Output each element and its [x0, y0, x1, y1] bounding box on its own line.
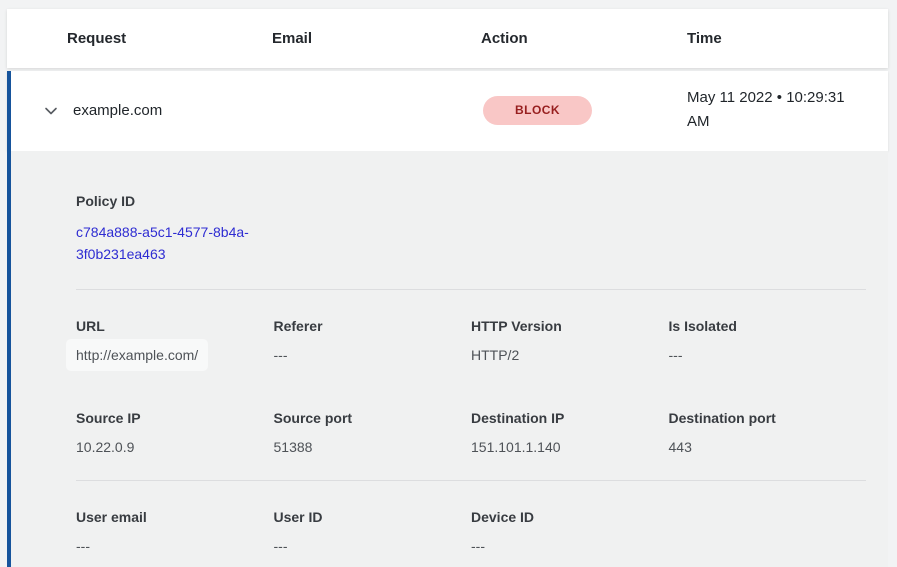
field-destination-port: Destination port 443	[669, 410, 867, 456]
field-device-id: Device ID ---	[471, 509, 669, 555]
field-label: Source IP	[76, 410, 274, 427]
field-value: ---	[76, 537, 274, 555]
field-value: ---	[471, 537, 669, 555]
field-label: URL	[76, 318, 274, 335]
chevron-down-icon[interactable]	[43, 103, 59, 119]
table-header: Request Email Action Time	[7, 9, 888, 68]
request-value: example.com	[73, 71, 162, 151]
action-badge: BLOCK	[483, 96, 592, 125]
detail-row: User email --- User ID --- Device ID ---	[76, 509, 866, 555]
selected-row-accent	[7, 71, 11, 567]
section-divider	[76, 289, 866, 290]
field-user-email: User email ---	[76, 509, 274, 555]
field-policy-id: Policy ID c784a888-a5c1-4577-8b4a-3f0b23…	[76, 193, 866, 265]
column-header-time: Time	[687, 9, 722, 68]
url-value: http://example.com/	[66, 339, 208, 371]
field-empty	[669, 509, 867, 555]
field-label: HTTP Version	[471, 318, 669, 335]
field-label: User ID	[274, 509, 472, 526]
field-label: Destination IP	[471, 410, 669, 427]
field-value: 443	[669, 438, 867, 456]
field-value: HTTP/2	[471, 346, 669, 364]
policy-id-link[interactable]: c784a888-a5c1-4577-8b4a-3f0b231ea463	[76, 221, 281, 265]
field-label: User email	[76, 509, 274, 526]
field-source-port: Source port 51388	[274, 410, 472, 456]
field-value: 151.101.1.140	[471, 438, 669, 456]
field-source-ip: Source IP 10.22.0.9	[76, 410, 274, 456]
detail-row: Source IP 10.22.0.9 Source port 51388 De…	[76, 410, 866, 456]
log-row[interactable]: example.com BLOCK May 11 2022 • 10:29:31…	[7, 71, 888, 151]
field-value: ---	[669, 346, 867, 364]
log-detail-panel: Policy ID c784a888-a5c1-4577-8b4a-3f0b23…	[7, 151, 888, 567]
field-url: URL http://example.com/	[76, 318, 274, 364]
field-http-version: HTTP Version HTTP/2	[471, 318, 669, 364]
field-value: http://example.com/	[76, 346, 274, 364]
field-label: Policy ID	[76, 193, 866, 210]
field-label: Destination port	[669, 410, 867, 427]
column-header-action: Action	[481, 9, 528, 68]
field-label: Referer	[274, 318, 472, 335]
field-label: Source port	[274, 410, 472, 427]
time-value: May 11 2022 • 10:29:31 AM	[687, 86, 865, 134]
field-user-id: User ID ---	[274, 509, 472, 555]
field-value: ---	[274, 537, 472, 555]
field-label: Device ID	[471, 509, 669, 526]
field-label: Is Isolated	[669, 318, 867, 335]
field-value: ---	[274, 346, 472, 364]
column-header-request: Request	[67, 9, 126, 68]
section-divider	[76, 480, 866, 481]
field-value: 10.22.0.9	[76, 438, 274, 456]
field-value: 51388	[274, 438, 472, 456]
field-referer: Referer ---	[274, 318, 472, 364]
column-header-email: Email	[272, 9, 312, 68]
field-destination-ip: Destination IP 151.101.1.140	[471, 410, 669, 456]
field-is-isolated: Is Isolated ---	[669, 318, 867, 364]
detail-row: URL http://example.com/ Referer --- HTTP…	[76, 318, 866, 364]
